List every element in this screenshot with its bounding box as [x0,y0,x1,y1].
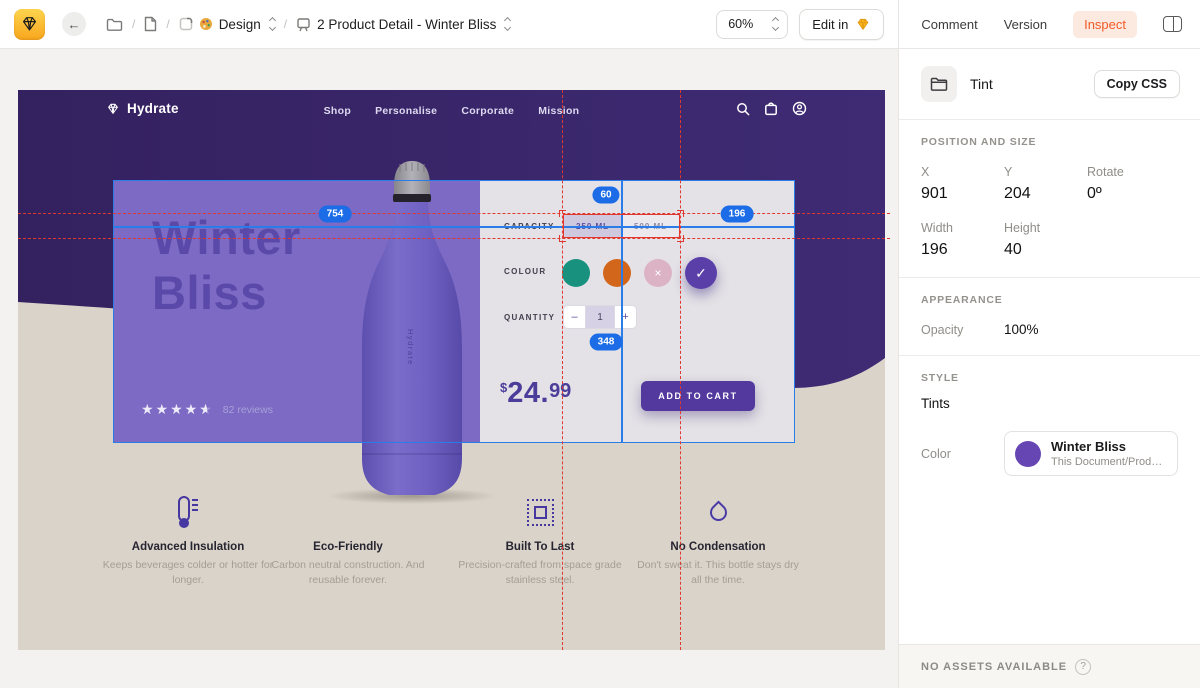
measured-element-outline [563,214,680,238]
section-title: STYLE [921,372,1178,384]
selection-rectangle [113,180,795,443]
square-icon [527,499,554,526]
feature-desc: Carbon neutral construction. And reusabl… [262,558,434,588]
tab-version[interactable]: Version [1004,17,1047,32]
breadcrumb-page-label: Design [219,17,261,32]
x-label: X [921,165,1004,179]
breadcrumb-separator: / [132,17,135,31]
cart-bag-icon[interactable] [764,101,778,116]
color-swatch [1015,441,1041,467]
section-title: POSITION AND SIZE [921,136,1178,148]
folder-icon [930,77,948,91]
artboard-icon [296,17,311,32]
breadcrumb-artboard[interactable]: 2 Product Detail - Winter Bliss [296,17,510,32]
opacity-label: Opacity [921,323,1004,337]
width-value: 196 [921,241,1004,259]
inspector-panel: Tint Copy CSS POSITION AND SIZE X 901 Y … [898,49,1200,688]
breadcrumb-separator: / [166,17,169,31]
selected-layer-row: Tint Copy CSS [899,49,1200,120]
document-toolbar: ← / / [0,0,898,49]
edit-in-sketch-button[interactable]: Edit in [799,9,884,40]
edit-in-label: Edit in [812,17,848,32]
feature-desc: Keeps beverages colder or hotter for lon… [102,558,274,588]
appearance-section: APPEARANCE Opacity 100% [899,278,1200,356]
account-icon[interactable] [792,101,807,116]
sketch-diamond-icon [855,18,871,31]
measurement-badge-gap: 60 [592,187,619,204]
top-toolbar: ← / / [0,0,1200,49]
droplet-icon [706,500,730,524]
assets-footer: NO ASSETS AVAILABLE ? [899,644,1200,688]
main-area: Hydrate Shop Personalise Corporate Missi… [0,49,1200,688]
sketch-logo[interactable] [14,9,45,40]
measurement-line-horizontal [113,226,795,228]
rotate-label: Rotate [1087,165,1178,179]
measurement-badge-width: 754 [319,206,352,223]
y-value: 204 [1004,185,1087,203]
color-label: Color [921,447,1004,461]
breadcrumb-separator: / [284,17,287,31]
width-label: Width [921,221,1004,235]
copy-css-button[interactable]: Copy CSS [1094,70,1180,98]
canvas[interactable]: Hydrate Shop Personalise Corporate Missi… [0,49,898,688]
feature-no-condensation: No Condensation Don't sweat it. This bot… [623,492,813,588]
feature-title: Eco-Friendly [253,541,443,553]
y-label: Y [1004,165,1087,179]
nav-link-personalise[interactable]: Personalise [375,105,437,117]
nav-link-corporate[interactable]: Corporate [461,105,514,117]
guide-line-vertical[interactable] [680,90,681,650]
style-section: STYLE Tints Color Winter Bliss This Docu… [899,356,1200,494]
layer-name: Tint [970,76,993,92]
breadcrumb-artboard-label: 2 Product Detail - Winter Bliss [317,17,496,32]
back-icon: ← [68,17,81,32]
thermometer-icon [176,496,200,528]
document-icon[interactable] [144,16,157,32]
color-name: Winter Bliss [1051,439,1162,454]
color-variable-card[interactable]: Winter Bliss This Document/Prod… [1004,431,1178,476]
zoom-stepper-icon[interactable] [773,18,778,30]
breadcrumb-page[interactable]: Design [179,17,275,32]
color-source: This Document/Prod… [1051,456,1162,468]
measurement-badge-element-width: 196 [721,206,754,223]
chevron-updown-icon[interactable] [505,18,510,30]
back-button[interactable]: ← [62,12,86,36]
guide-line-horizontal[interactable] [18,213,890,214]
feature-title: Built To Last [445,541,635,553]
height-label: Height [1004,221,1087,235]
measurement-badge-offset: 348 [590,334,623,351]
tab-comment[interactable]: Comment [921,17,977,32]
panel-tabs: Comment Version Inspect [898,0,1200,49]
chevron-updown-icon[interactable] [270,18,275,30]
feature-desc: Precision-crafted from space grade stain… [454,558,626,588]
search-icon[interactable] [736,102,750,116]
section-title: APPEARANCE [921,294,1178,306]
style-name: Tints [921,396,1178,411]
opacity-value: 100% [1004,322,1178,337]
toggle-sidebar-icon[interactable] [1163,16,1182,32]
guide-line-horizontal[interactable] [18,238,890,239]
zoom-value: 60% [728,17,753,31]
zoom-control[interactable]: 60% [716,10,788,39]
guide-line-vertical[interactable] [562,90,563,650]
page-thumbnail-icon [179,17,193,31]
help-icon[interactable]: ? [1075,659,1091,675]
breadcrumb: / / Design / [106,16,510,32]
feature-title: No Condensation [623,541,813,553]
feature-desc: Don't sweat it. This bottle stays dry al… [632,558,804,588]
feature-built-to-last: Built To Last Precision-crafted from spa… [445,492,635,588]
feature-eco-friendly: Eco-Friendly Carbon neutral construction… [253,492,443,588]
position-size-section: POSITION AND SIZE X 901 Y 204 Rotate 0º … [899,120,1200,278]
diamond-icon [20,16,39,32]
nav-link-shop[interactable]: Shop [324,105,351,117]
no-assets-label: NO ASSETS AVAILABLE [921,661,1067,673]
site-nav-icons [736,101,807,116]
height-value: 40 [1004,241,1087,259]
tab-inspect[interactable]: Inspect [1073,11,1137,38]
layer-thumbnail [921,66,957,102]
x-value: 901 [921,185,1004,203]
nav-link-mission[interactable]: Mission [538,105,579,117]
rotate-value: 0º [1087,185,1178,203]
palette-icon [199,17,213,31]
folder-icon[interactable] [106,18,123,31]
